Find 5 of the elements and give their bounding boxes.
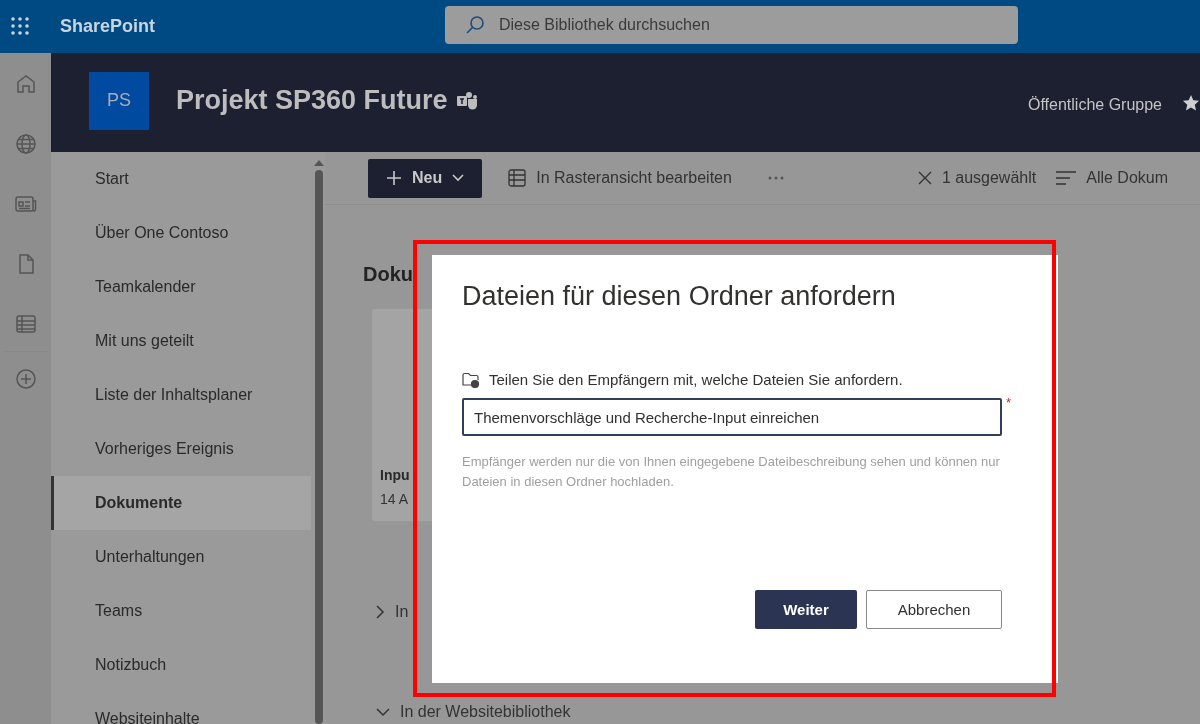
- library-heading: Doku: [363, 263, 414, 287]
- required-mark: *: [1006, 398, 1012, 412]
- field-label: Teilen Sie den Empfängern mit, welche Dateien Sie anfordern.: [489, 371, 903, 388]
- privacy-label: Öffentliche Gruppe: [1028, 95, 1162, 114]
- card-date: 14 A: [380, 491, 410, 507]
